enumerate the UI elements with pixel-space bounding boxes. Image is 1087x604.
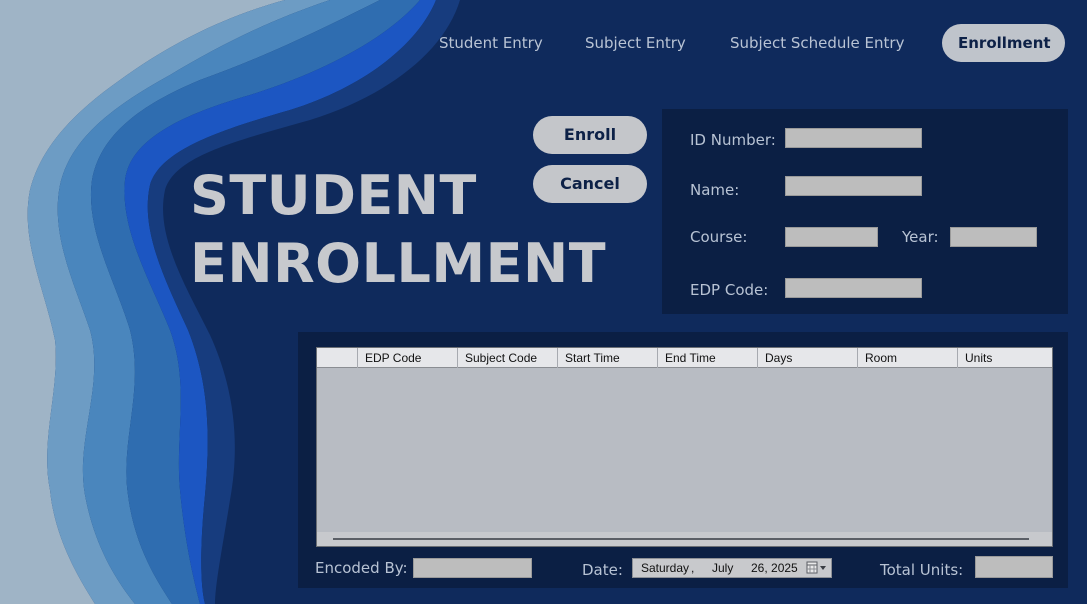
grid-column-end-time[interactable]: End Time	[657, 348, 757, 368]
calendar-icon	[806, 561, 818, 574]
date-separator: ,	[691, 561, 695, 575]
year-label: Year:	[902, 228, 939, 246]
name-field[interactable]	[785, 176, 922, 196]
date-weekday[interactable]: Saturday	[641, 561, 689, 575]
chevron-down-icon	[820, 566, 826, 570]
date-label: Date:	[582, 561, 623, 579]
grid-column-days[interactable]: Days	[757, 348, 857, 368]
nav-student-entry[interactable]: Student Entry	[439, 24, 543, 62]
course-field[interactable]	[785, 227, 878, 247]
total-units-label: Total Units:	[880, 561, 964, 579]
grid-header-row: EDP Code Subject Code Start Time End Tim…	[317, 348, 1052, 368]
nav-enrollment[interactable]: Enrollment	[942, 24, 1065, 62]
nav-subject-entry[interactable]: Subject Entry	[585, 24, 686, 62]
grid-scrollbar-thumb[interactable]	[333, 538, 1029, 540]
course-label: Course:	[690, 228, 748, 246]
grid-column-units[interactable]: Units	[957, 348, 1052, 368]
enroll-button[interactable]: Enroll	[533, 116, 647, 154]
year-field[interactable]	[950, 227, 1037, 247]
grid-column-subject-code[interactable]: Subject Code	[457, 348, 557, 368]
id-number-field[interactable]	[785, 128, 922, 148]
encoded-by-field[interactable]	[413, 558, 532, 578]
nav-subject-schedule-entry[interactable]: Subject Schedule Entry	[730, 24, 904, 62]
date-month[interactable]: July	[712, 561, 733, 575]
page-title-line2: ENROLLMENT	[190, 232, 607, 295]
edp-code-field[interactable]	[785, 278, 922, 298]
grid-horizontal-scrollbar[interactable]	[317, 532, 1052, 546]
date-picker[interactable]: Saturday , July 26, 2025	[632, 558, 832, 578]
id-number-label: ID Number:	[690, 131, 776, 149]
cancel-button[interactable]: Cancel	[533, 165, 647, 203]
edp-code-label: EDP Code:	[690, 281, 769, 299]
encoded-by-label: Encoded By:	[315, 559, 408, 577]
grid-row-header-corner	[317, 348, 357, 368]
calendar-dropdown-button[interactable]	[806, 561, 830, 575]
grid-column-edp-code[interactable]: EDP Code	[357, 348, 457, 368]
grid-column-start-time[interactable]: Start Time	[557, 348, 657, 368]
name-label: Name:	[690, 181, 740, 199]
page-title-line1: STUDENT	[190, 164, 477, 227]
grid-column-room[interactable]: Room	[857, 348, 957, 368]
total-units-field[interactable]	[975, 556, 1053, 578]
subjects-data-grid[interactable]: EDP Code Subject Code Start Time End Tim…	[316, 347, 1053, 547]
date-day-year[interactable]: 26, 2025	[751, 561, 798, 575]
